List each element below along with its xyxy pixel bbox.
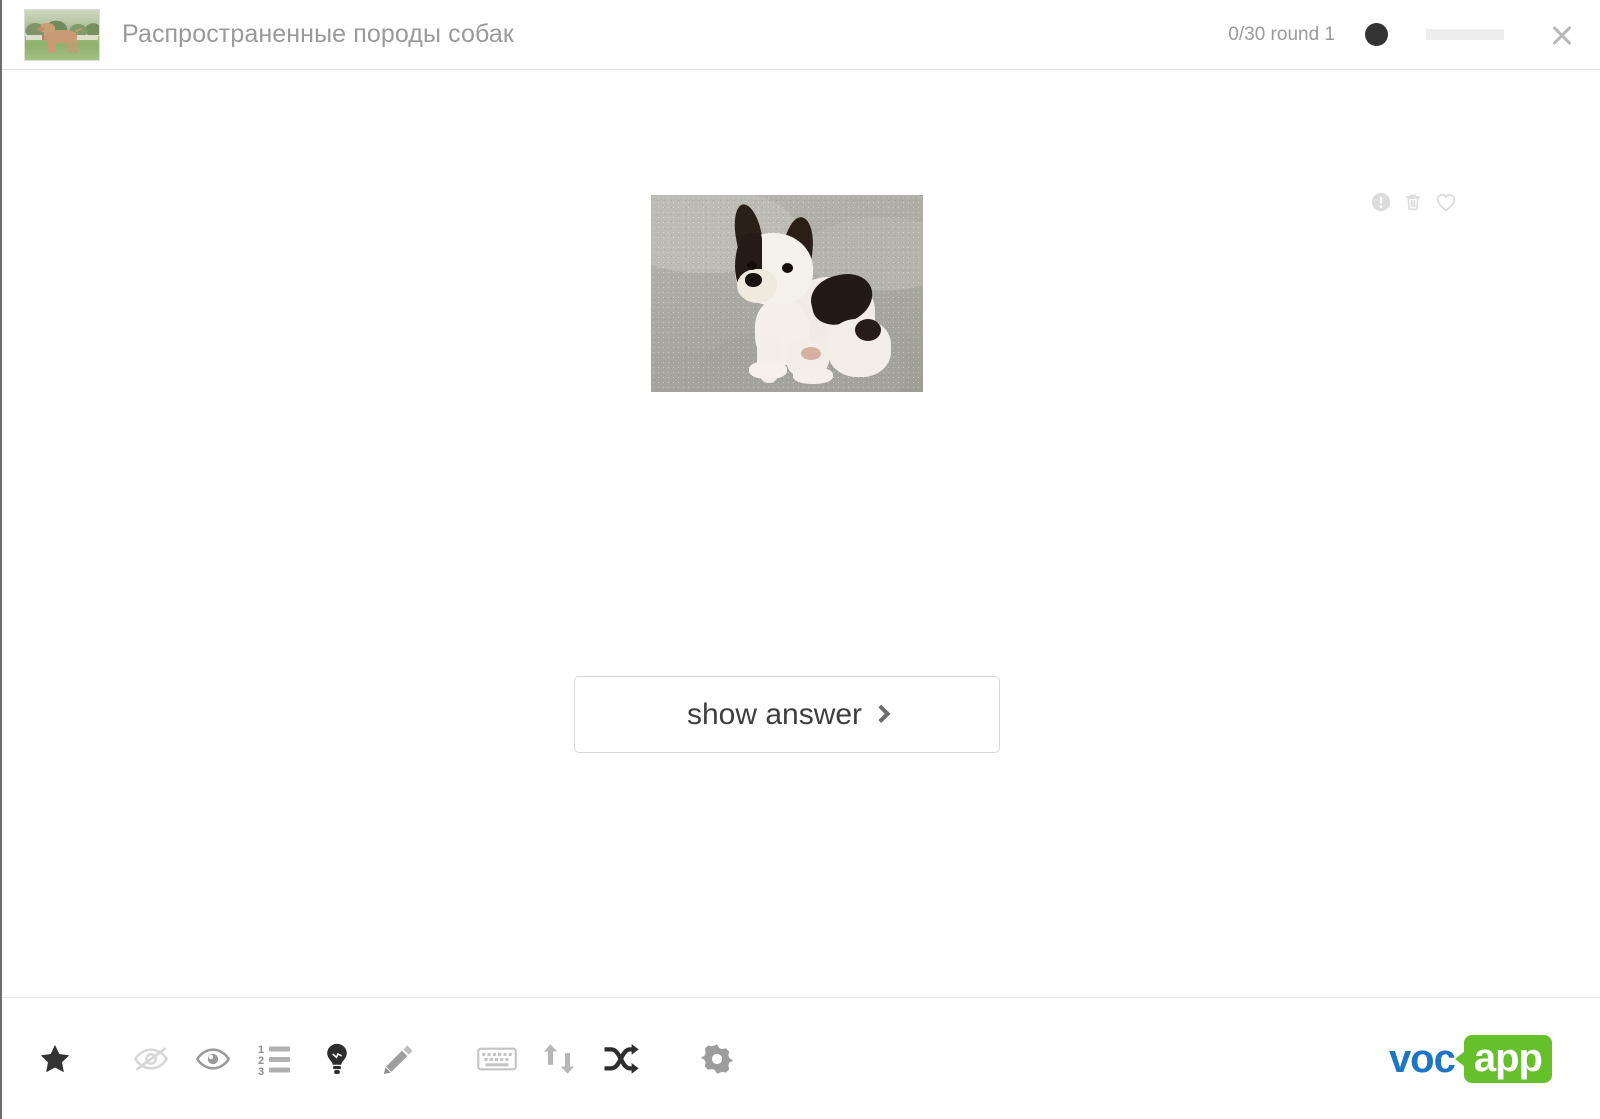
repeat-icon[interactable]	[528, 1028, 590, 1090]
session-progress-bar	[1426, 29, 1504, 40]
dog-paw-right	[793, 367, 833, 384]
shuffle-icon[interactable]	[590, 1028, 652, 1090]
eye-icon[interactable]	[182, 1028, 244, 1090]
bottom-toolbar: 1 2 3 voc app	[2, 997, 1600, 1119]
deck-title: Распространенные породы собак	[122, 20, 514, 48]
card-actions-group	[1370, 190, 1458, 214]
show-answer-label: show answer	[686, 697, 863, 731]
score-counter: 0/30 round 1	[1228, 23, 1335, 45]
round-indicator-dot	[1365, 23, 1388, 46]
thumb-dog-muzzle	[36, 26, 45, 31]
logo-text-app: app	[1473, 1035, 1543, 1080]
thumb-dog-leg	[67, 40, 72, 53]
dog-paw-left	[749, 361, 787, 379]
keyboard-icon[interactable]	[466, 1028, 528, 1090]
logo-text-voc: voc	[1388, 1036, 1456, 1081]
dog-eye-right	[782, 263, 793, 273]
numbered-list-icon[interactable]: 1 2 3	[244, 1028, 306, 1090]
close-icon[interactable]	[1548, 21, 1576, 49]
lightbulb-icon[interactable]	[306, 1028, 368, 1090]
report-icon[interactable]	[1370, 191, 1392, 213]
toolbar-group-right	[466, 1028, 748, 1090]
dog-patch	[855, 319, 881, 341]
dog-eye-left	[747, 261, 757, 270]
app-header: Распространенные породы собак 0/30 round…	[2, 0, 1600, 70]
star-icon[interactable]	[24, 1028, 86, 1090]
question-image	[651, 195, 923, 392]
deck-thumbnail[interactable]	[24, 8, 100, 61]
eye-slash-icon[interactable]	[120, 1028, 182, 1090]
dog-belly-highlight	[801, 347, 821, 360]
flashcard-area: show answer	[2, 70, 1600, 997]
svg-text:3: 3	[258, 1066, 264, 1075]
dog-nose	[745, 273, 762, 287]
show-answer-button[interactable]: show answer	[574, 676, 1000, 753]
chevron-right-icon	[872, 704, 891, 723]
thumb-dog-leg	[47, 40, 51, 53]
flashcard-app-window: Распространенные породы собак 0/30 round…	[0, 0, 1600, 1119]
logo-bubble: app	[1463, 1034, 1552, 1083]
toolbar-group-left: 1 2 3	[24, 1028, 430, 1090]
gear-icon[interactable]	[686, 1028, 748, 1090]
thumb-dog-leg	[73, 40, 77, 53]
pencil-icon[interactable]	[368, 1028, 430, 1090]
trash-icon[interactable]	[1402, 191, 1424, 213]
vocapp-logo[interactable]: voc app	[1388, 1034, 1552, 1083]
thumb-dog-leg	[52, 40, 57, 53]
heart-icon[interactable]	[1434, 190, 1458, 214]
header-right-group: 0/30 round 1	[1228, 21, 1600, 49]
